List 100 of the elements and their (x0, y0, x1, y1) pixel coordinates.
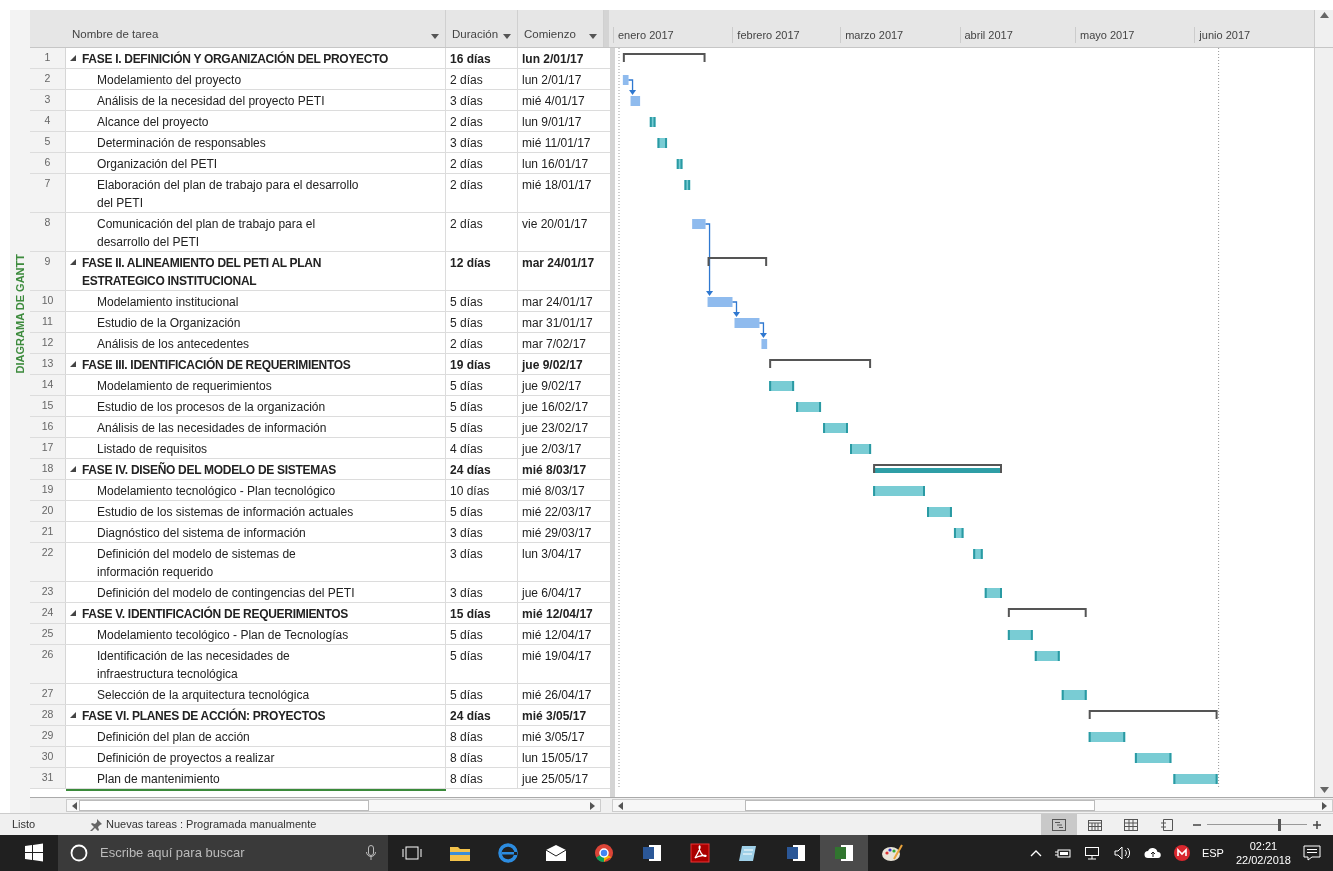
search-field[interactable]: Escribe aquí para buscar (100, 843, 310, 863)
collapse-icon[interactable] (70, 259, 76, 265)
task-name: Definición del plan de acción (97, 729, 250, 746)
row-number[interactable]: 19 (30, 480, 66, 500)
battery-icon[interactable] (1053, 847, 1072, 859)
volume-icon[interactable] (1113, 846, 1132, 860)
task-name: Modelamiento del proyecto (97, 72, 242, 89)
language-indicator[interactable]: ESP (1201, 844, 1224, 862)
row-number[interactable]: 17 (30, 438, 66, 458)
task-name: Modelamiento tecológico - Plan de Tecnologías (97, 627, 349, 644)
duration-cell: 3 días (446, 522, 518, 542)
scroll-right-icon[interactable] (588, 801, 597, 810)
scroll-right-icon[interactable] (1320, 801, 1328, 810)
row-number[interactable]: 10 (30, 291, 66, 311)
row-number[interactable]: 3 (30, 90, 66, 110)
column-header[interactable]: Nombre de tarea (66, 10, 446, 47)
duration-cell: 3 días (446, 582, 518, 602)
row-number[interactable]: 21 (30, 522, 66, 542)
task-name: Selección de la arquitectura tecnológica (97, 687, 310, 704)
row-number[interactable]: 9 (30, 252, 66, 290)
duration-cell: 24 días (446, 459, 518, 479)
row-number[interactable]: 25 (30, 624, 66, 644)
row-number[interactable]: 1 (30, 48, 66, 68)
row-number[interactable]: 31 (30, 768, 66, 788)
start-cell-text: mié 29/03/17 (521, 525, 593, 542)
row-number[interactable]: 26 (30, 645, 66, 683)
start-cell-text: lun 9/01/17 (521, 114, 583, 131)
task-name: FASE VI. PLANES DE ACCIÓN: PROYECTOS (82, 707, 326, 725)
scroll-down-icon[interactable] (1319, 787, 1329, 793)
view-button[interactable] (1041, 814, 1077, 835)
zoom-in-icon[interactable] (1313, 820, 1321, 829)
cloud-upload-icon[interactable] (1143, 847, 1162, 859)
start-cell-text: mié 26/04/17 (521, 687, 593, 704)
row-number[interactable]: 24 (30, 603, 66, 623)
column-header[interactable]: Duración (446, 10, 518, 47)
duration-cell: 8 días (446, 747, 518, 767)
row-number[interactable]: 4 (30, 111, 66, 131)
start-cell-text: jue 25/05/17 (520, 771, 590, 788)
row-number[interactable]: 18 (30, 459, 66, 479)
duration-cell: 3 días (446, 543, 518, 581)
search-bar[interactable]: Escribe aquí para buscar (58, 835, 388, 871)
row-number[interactable]: 23 (30, 582, 66, 602)
horizontal-scrollbar[interactable] (65, 799, 602, 812)
start-cell-text: jue 9/02/17 (520, 378, 583, 395)
clock[interactable]: 02:21 22/02/2018 (1235, 839, 1291, 867)
row-number[interactable]: 8 (30, 213, 66, 251)
row-number[interactable]: 29 (30, 726, 66, 746)
scroll-up-icon[interactable] (1319, 12, 1329, 18)
start-cell-text: lun 2/01/17 (521, 72, 583, 89)
row-number[interactable]: 7 (30, 174, 66, 212)
duration-cell: 8 días (446, 726, 518, 746)
report-view-icon (1159, 817, 1175, 832)
dropdown-icon[interactable] (589, 34, 597, 39)
task-name: Estudio de los sistemas de información actuales (97, 504, 354, 521)
horizontal-scrollbar[interactable] (612, 799, 1333, 812)
row-number[interactable]: 12 (30, 333, 66, 353)
chevron-up-icon[interactable] (1029, 849, 1042, 857)
collapse-icon[interactable] (70, 712, 76, 718)
network-icon[interactable] (1083, 846, 1102, 860)
row-number[interactable]: 2 (30, 69, 66, 89)
row-number[interactable]: 22 (30, 543, 66, 581)
duration-cell: 2 días (446, 174, 518, 212)
collapse-icon[interactable] (70, 610, 76, 616)
new-tasks-mode[interactable]: Nuevas tareas : Programada manualmente (106, 816, 317, 833)
collapse-icon[interactable] (70, 466, 76, 472)
month-label: enero 2017 (613, 26, 674, 43)
zoom-slider[interactable] (1207, 818, 1307, 831)
dropdown-icon[interactable] (503, 34, 511, 39)
row-number[interactable]: 15 (30, 396, 66, 416)
duration-cell: 5 días (446, 396, 518, 416)
duration-cell: 5 días (446, 375, 518, 395)
row-number[interactable]: 28 (30, 705, 66, 725)
scroll-left-icon[interactable] (70, 801, 79, 810)
sheet-view-icon (1123, 817, 1139, 832)
row-number[interactable]: 11 (30, 312, 66, 332)
month-label: febrero 2017 (732, 26, 800, 43)
collapse-icon[interactable] (70, 361, 76, 367)
row-number[interactable]: 30 (30, 747, 66, 767)
dropdown-icon[interactable] (431, 34, 439, 39)
start-cell-text: lun 16/01/17 (521, 156, 590, 173)
row-number[interactable]: 13 (30, 354, 66, 374)
duration-cell: 5 días (446, 417, 518, 437)
notifications-icon[interactable] (1303, 845, 1321, 861)
row-number[interactable]: 27 (30, 684, 66, 704)
scroll-left-icon[interactable] (617, 801, 626, 810)
row-number[interactable]: 16 (30, 417, 66, 437)
duration-cell: 2 días (446, 69, 518, 89)
app-tray-icon[interactable] (1173, 845, 1190, 861)
project-app-icon[interactable] (820, 835, 868, 871)
start-cell-text: vie 20/01/17 (521, 216, 589, 233)
task-name: Determinación de responsables (97, 135, 266, 152)
duration-cell: 5 días (446, 624, 518, 644)
start-cell-text: mié 19/04/17 (521, 648, 593, 665)
row-number[interactable]: 6 (30, 153, 66, 173)
start-cell-text: mar 24/01/17 (521, 255, 596, 272)
row-number[interactable]: 14 (30, 375, 66, 395)
start-cell-text: mié 12/04/17 (521, 606, 594, 623)
collapse-icon[interactable] (70, 55, 76, 61)
row-number[interactable]: 5 (30, 132, 66, 152)
row-number[interactable]: 20 (30, 501, 66, 521)
